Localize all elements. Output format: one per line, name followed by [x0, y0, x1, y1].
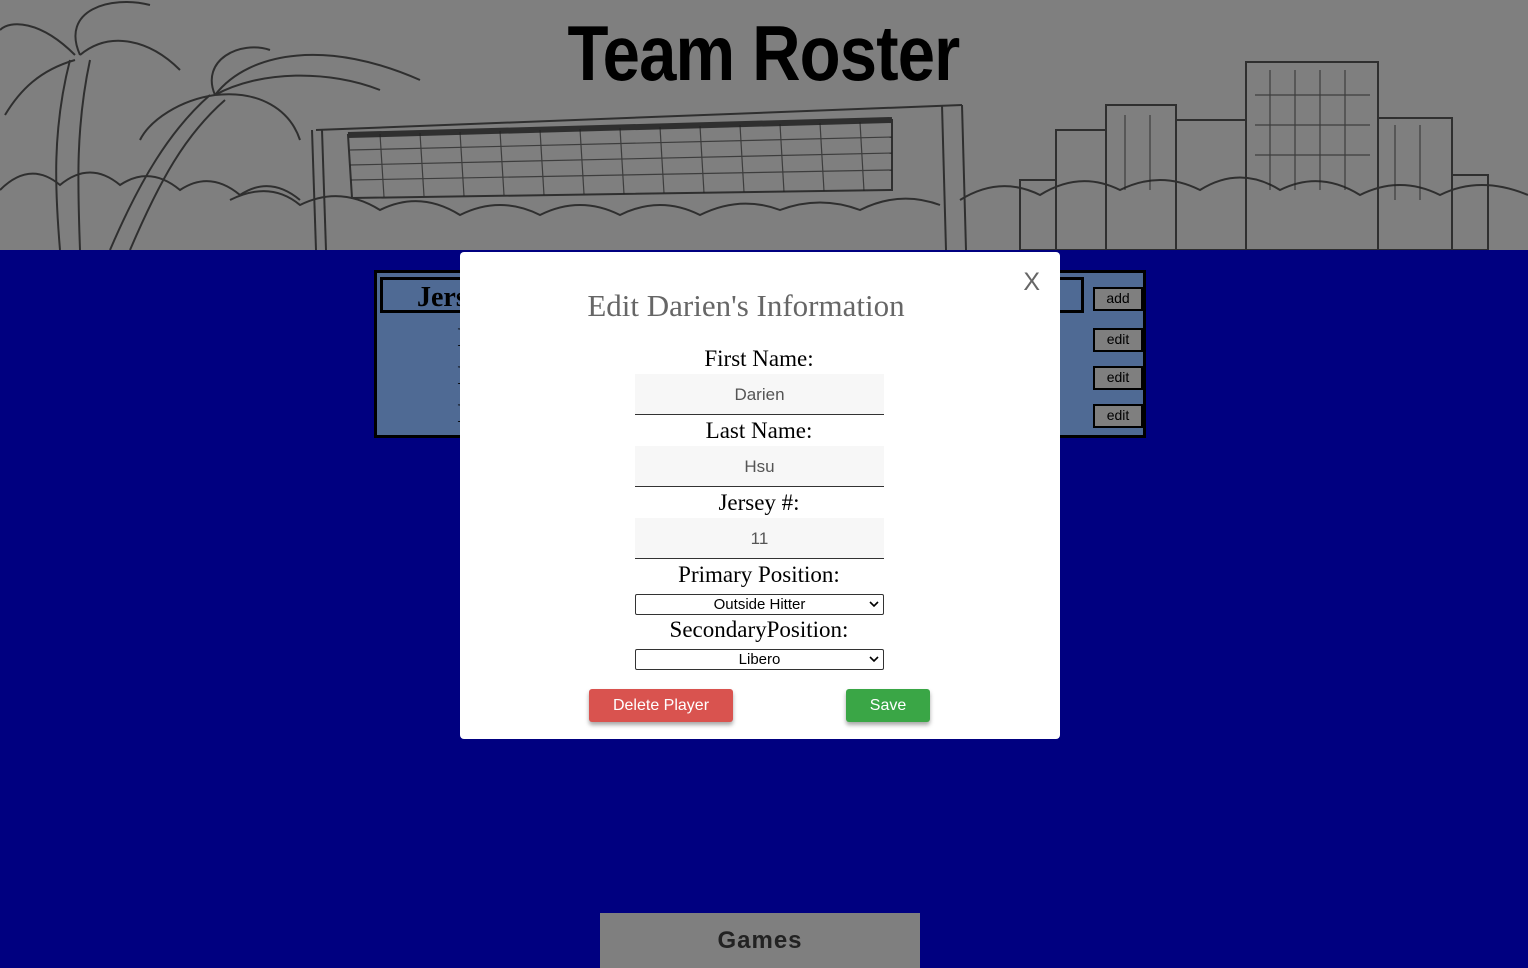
secondary-position-select[interactable]: Libero — [635, 649, 884, 670]
chevron-down-icon — [869, 656, 879, 663]
jersey-number-label: Jersey #: — [718, 490, 800, 515]
edit-player-button[interactable]: edit — [1093, 366, 1143, 390]
page-title: Team Roster — [567, 9, 960, 97]
secondary-position-value: Libero — [738, 651, 781, 668]
primary-position-select[interactable]: Outside Hitter — [635, 594, 884, 615]
last-name-input[interactable]: Hsu — [635, 446, 884, 487]
secondary-position-label: SecondaryPosition: — [669, 617, 849, 642]
delete-player-button[interactable]: Delete Player — [589, 689, 733, 722]
last-name-label: Last Name: — [705, 418, 813, 443]
first-name-label: First Name: — [704, 346, 814, 371]
primary-position-label: Primary Position: — [678, 562, 840, 587]
add-player-button[interactable]: add — [1093, 287, 1143, 311]
edit-player-modal: X Edit Darien's Information First Name: … — [460, 252, 1060, 739]
first-name-input[interactable]: Darien — [635, 374, 884, 415]
modal-title: Edit Darien's Information — [587, 288, 905, 323]
jersey-number-input[interactable]: 11 — [635, 518, 884, 559]
edit-player-button[interactable]: edit — [1093, 404, 1143, 428]
games-nav-button[interactable]: Games — [600, 913, 920, 968]
edit-player-button[interactable]: edit — [1093, 328, 1143, 352]
primary-position-value: Outside Hitter — [713, 596, 806, 613]
save-button[interactable]: Save — [846, 689, 930, 722]
header-banner: Team Roster — [0, 0, 1528, 250]
chevron-down-icon — [869, 601, 879, 608]
